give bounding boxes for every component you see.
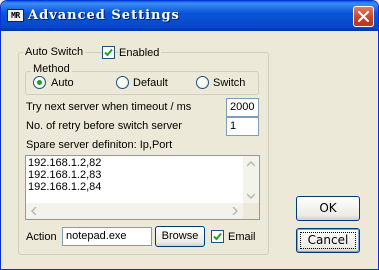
list-item: 192.168.1.2,84 bbox=[28, 181, 102, 193]
arrow-up-icon bbox=[247, 161, 255, 167]
email-checkbox[interactable] bbox=[211, 230, 224, 243]
app-icon: MR bbox=[7, 9, 24, 22]
list-item: 192.168.1.2,83 bbox=[28, 169, 102, 181]
retry-label: No. of retry before switch server bbox=[26, 120, 182, 132]
advanced-settings-dialog: MR Advanced Settings Auto Switch Enabled… bbox=[0, 0, 379, 270]
scroll-left-button[interactable] bbox=[26, 203, 42, 219]
email-label: Email bbox=[228, 231, 256, 243]
method-option-default: Default bbox=[133, 77, 168, 89]
ok-button[interactable]: OK bbox=[296, 196, 360, 221]
scroll-down-button[interactable] bbox=[243, 188, 259, 204]
scroll-right-button[interactable] bbox=[227, 203, 243, 219]
arrow-right-icon bbox=[232, 207, 238, 215]
spare-servers-lines: 192.168.1.2,82 192.168.1.2,83 192.168.1.… bbox=[28, 157, 101, 193]
retry-input[interactable]: 1 bbox=[226, 117, 259, 136]
arrow-down-icon bbox=[247, 193, 255, 199]
method-radio-auto[interactable] bbox=[33, 76, 46, 89]
arrow-left-icon bbox=[31, 207, 37, 215]
method-radio-default[interactable] bbox=[116, 76, 129, 89]
method-radio-switch[interactable] bbox=[196, 76, 209, 89]
spare-servers-label: Spare server definiton: Ip,Port bbox=[26, 139, 173, 151]
auto-switch-group-label: Auto Switch bbox=[23, 46, 86, 59]
timeout-input[interactable]: 2000 bbox=[226, 98, 259, 117]
close-icon bbox=[358, 11, 369, 22]
method-option-auto: Auto bbox=[51, 77, 74, 89]
method-option-switch: Switch bbox=[213, 77, 246, 89]
enabled-checkbox[interactable] bbox=[102, 46, 115, 59]
method-group-label: Method bbox=[31, 63, 72, 76]
close-button[interactable] bbox=[353, 6, 374, 27]
enabled-label: Enabled bbox=[119, 46, 162, 60]
action-label: Action bbox=[26, 231, 57, 243]
cancel-button-label: Cancel bbox=[307, 233, 349, 247]
window-title: Advanced Settings bbox=[28, 8, 180, 23]
spare-servers-textarea[interactable]: 192.168.1.2,82 192.168.1.2,83 192.168.1.… bbox=[25, 155, 260, 220]
scrollbar-corner bbox=[243, 203, 259, 219]
vertical-scrollbar[interactable] bbox=[243, 156, 259, 204]
list-item: 192.168.1.2,82 bbox=[28, 157, 102, 169]
horizontal-scrollbar[interactable] bbox=[26, 203, 243, 219]
checkmark-icon bbox=[213, 232, 222, 241]
title-bar[interactable]: MR Advanced Settings bbox=[1, 1, 378, 31]
scroll-up-button[interactable] bbox=[243, 156, 259, 172]
cancel-button[interactable]: Cancel bbox=[296, 228, 360, 253]
browse-button[interactable]: Browse bbox=[155, 226, 205, 247]
action-input[interactable]: notepad.exe bbox=[62, 227, 152, 246]
timeout-label: Try next server when timeout / ms bbox=[26, 101, 192, 113]
checkmark-icon bbox=[104, 48, 113, 57]
